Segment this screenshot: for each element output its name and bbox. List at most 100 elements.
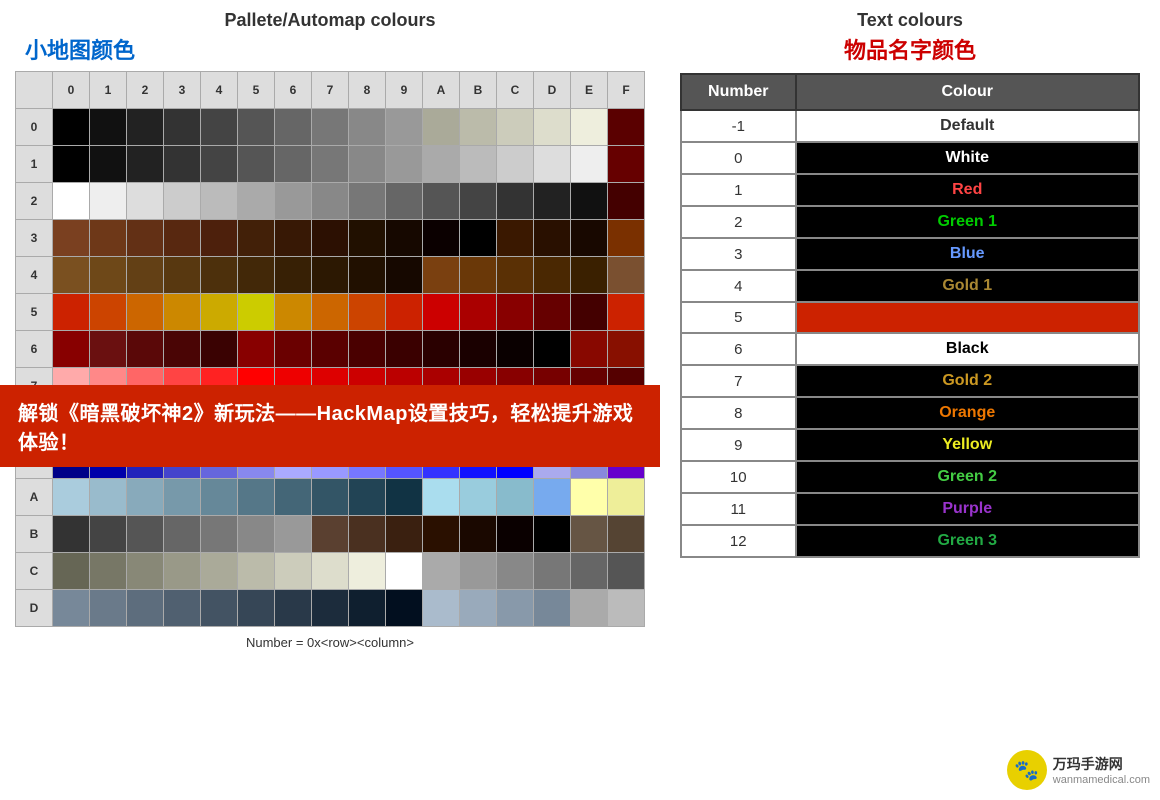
col-colour-header: Colour (796, 74, 1140, 110)
palette-col-header: 2 (127, 72, 164, 109)
text-colour-label: Purple (796, 493, 1140, 525)
watermark-cn: 万玛手游网 (1053, 754, 1150, 774)
palette-color-cell (608, 479, 645, 516)
palette-col-header: 1 (90, 72, 127, 109)
palette-color-cell (275, 294, 312, 331)
palette-color-cell (90, 331, 127, 368)
palette-color-cell (534, 331, 571, 368)
text-colour-number: 8 (681, 397, 796, 429)
palette-color-cell (53, 331, 90, 368)
palette-color-cell (201, 109, 238, 146)
palette-color-cell (238, 220, 275, 257)
palette-color-cell (238, 553, 275, 590)
palette-color-cell (423, 553, 460, 590)
palette-color-cell (497, 294, 534, 331)
palette-color-cell (275, 553, 312, 590)
palette-color-cell (534, 590, 571, 627)
text-colour-row: 8Orange (681, 397, 1139, 429)
palette-color-cell (460, 183, 497, 220)
palette-color-cell (349, 590, 386, 627)
palette-color-cell (275, 516, 312, 553)
palette-color-cell (201, 294, 238, 331)
palette-color-cell (497, 553, 534, 590)
palette-color-cell (53, 553, 90, 590)
palette-row-header: C (16, 553, 53, 590)
palette-color-cell (534, 183, 571, 220)
palette-color-cell (608, 331, 645, 368)
palette-color-cell (164, 146, 201, 183)
text-colour-row: -1Default (681, 110, 1139, 142)
palette-color-cell (312, 183, 349, 220)
palette-color-cell (423, 590, 460, 627)
palette-color-cell (386, 553, 423, 590)
palette-color-cell (386, 146, 423, 183)
palette-color-cell (608, 109, 645, 146)
palette-color-cell (312, 553, 349, 590)
palette-color-cell (386, 590, 423, 627)
palette-color-cell (312, 516, 349, 553)
palette-color-cell (497, 220, 534, 257)
palette-color-cell (164, 479, 201, 516)
palette-color-cell (127, 220, 164, 257)
palette-row-header: 4 (16, 257, 53, 294)
palette-row-header: 5 (16, 294, 53, 331)
palette-color-cell (386, 294, 423, 331)
text-colour-number: 4 (681, 270, 796, 302)
palette-col-header: 8 (349, 72, 386, 109)
palette-color-cell (608, 294, 645, 331)
banner-overlay: 解锁《暗黑破坏神2》新玩法——HackMap设置技巧，轻松提升游戏体验！ (0, 385, 660, 467)
palette-color-cell (238, 183, 275, 220)
palette-color-cell (238, 331, 275, 368)
palette-color-cell (460, 109, 497, 146)
palette-color-cell (164, 553, 201, 590)
palette-color-cell (386, 331, 423, 368)
palette-color-cell (349, 479, 386, 516)
palette-row-header: A (16, 479, 53, 516)
palette-color-cell (53, 257, 90, 294)
palette-color-cell (53, 146, 90, 183)
palette-color-cell (460, 294, 497, 331)
text-colour-label: Gold 1 (796, 270, 1140, 302)
palette-row-header: 1 (16, 146, 53, 183)
palette-note: Number = 0x<row><column> (15, 635, 645, 650)
palette-color-cell (571, 516, 608, 553)
palette-color-cell (608, 516, 645, 553)
palette-color-cell (201, 183, 238, 220)
palette-color-cell (312, 590, 349, 627)
text-colour-number: 3 (681, 238, 796, 270)
text-colour-label: Gold 2 (796, 365, 1140, 397)
text-colour-label: Black (796, 333, 1140, 365)
palette-color-cell (201, 516, 238, 553)
palette-color-cell (312, 109, 349, 146)
palette-row-header: B (16, 516, 53, 553)
palette-color-cell (127, 553, 164, 590)
watermark-icon: 🐾 (1014, 758, 1039, 783)
palette-color-cell (312, 294, 349, 331)
palette-color-cell (460, 331, 497, 368)
palette-color-cell (571, 294, 608, 331)
text-colour-label: Blue (796, 238, 1140, 270)
palette-color-cell (201, 331, 238, 368)
palette-color-cell (238, 590, 275, 627)
palette-col-header: 9 (386, 72, 423, 109)
col-number-header: Number (681, 74, 796, 110)
palette-row-header: 3 (16, 220, 53, 257)
text-colour-number: 1 (681, 174, 796, 206)
palette-color-cell (608, 183, 645, 220)
text-colour-label: Green 1 (796, 206, 1140, 238)
text-colours-title-cn: 物品名字颜色 (675, 33, 1145, 65)
palette-color-cell (312, 146, 349, 183)
palette-color-cell (349, 331, 386, 368)
palette-col-header: F (608, 72, 645, 109)
palette-color-cell (201, 590, 238, 627)
palette-col-header: 5 (238, 72, 275, 109)
palette-color-cell (349, 257, 386, 294)
palette-color-cell (164, 109, 201, 146)
palette-color-cell (90, 294, 127, 331)
palette-color-cell (164, 331, 201, 368)
text-colour-label: Default (796, 110, 1140, 142)
text-colour-label: Green 2 (796, 461, 1140, 493)
palette-color-cell (164, 183, 201, 220)
palette-color-cell (90, 516, 127, 553)
text-colour-label: Green 3 (796, 525, 1140, 557)
